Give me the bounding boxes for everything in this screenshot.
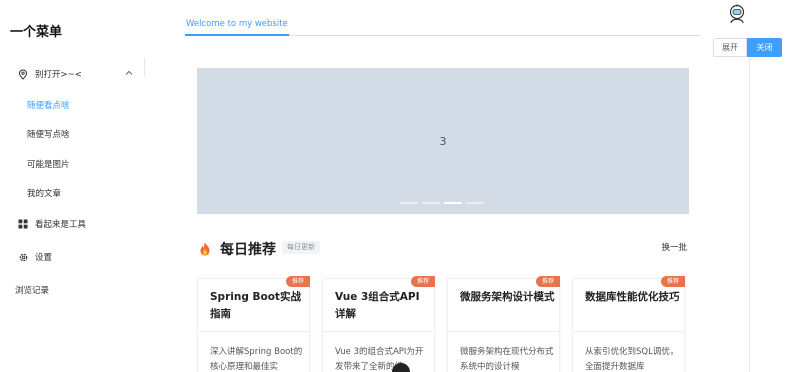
card-title: Spring Boot实战指南: [210, 291, 301, 320]
sidebar-item-label: 设置: [35, 253, 53, 263]
card-description: 微服务架构在现代分布式系统中的设计模: [460, 347, 554, 372]
sidebar-item-label: 别打开>~<: [35, 70, 82, 80]
recommend-title: 每日推荐: [220, 242, 276, 258]
sidebar-item-write[interactable]: 随便写点啥: [0, 122, 145, 146]
sidebar-item-tools[interactable]: 看起来是工具: [0, 212, 145, 236]
divider: [749, 58, 750, 372]
sidebar-item-settings[interactable]: 设置: [0, 245, 145, 269]
card-tag: 推荐: [660, 276, 685, 287]
location-pin-icon: [17, 68, 29, 80]
card-divider: [448, 331, 559, 332]
recommend-card[interactable]: 推荐 微服务架构设计模式 微服务架构在现代分布式系统中的设计模: [447, 276, 560, 372]
sidebar-menu: 一个菜单 别打开>~< 随便看点啥 随便写点啥 可能是图片 我的文章 看起来是工…: [0, 0, 145, 372]
grid-icon: [17, 218, 29, 230]
card-tag: 推荐: [410, 276, 435, 287]
sidebar-item-label: 随便看点啥: [27, 101, 70, 111]
recommend-card[interactable]: 推荐 数据库性能优化技巧 从索引优化到SQL调优，全面提升数据库: [572, 276, 685, 372]
sidebar-item-label: 看起来是工具: [35, 220, 87, 230]
recommend-card[interactable]: 推荐 Vue 3组合式API详解 Vue 3的组合式API为开发带来了全新的编: [322, 276, 435, 372]
sidebar-item-pictures[interactable]: 可能是图片: [0, 152, 145, 176]
card-title: 微服务架构设计模式: [460, 291, 555, 303]
page: 一个菜单 别打开>~< 随便看点啥 随便写点啥 可能是图片 我的文章 看起来是工…: [0, 0, 800, 372]
tab-bar: Welcome to my website: [185, 14, 701, 36]
carousel-dot[interactable]: [466, 202, 484, 204]
card-description: 深入讲解Spring Boot的核心原理和最佳实: [210, 347, 303, 372]
close-button[interactable]: 关闭: [747, 38, 782, 57]
card-divider: [323, 331, 434, 332]
tab-welcome[interactable]: Welcome to my website: [185, 18, 289, 36]
sidebar-item-label: 浏览记录: [15, 286, 50, 296]
sidebar-item-label: 可能是图片: [27, 160, 70, 170]
carousel[interactable]: 3: [197, 68, 689, 214]
sidebar-item-browse[interactable]: 随便看点啥: [0, 93, 145, 117]
chevron-up-icon: [124, 68, 134, 78]
card-tag: 推荐: [535, 276, 560, 287]
sidebar-item-label: 随便写点啥: [27, 130, 70, 140]
card-title: 数据库性能优化技巧: [585, 291, 680, 303]
recommend-card[interactable]: 推荐 Spring Boot实战指南 深入讲解Spring Boot的核心原理和…: [197, 276, 310, 372]
astronaut-avatar-icon[interactable]: [726, 3, 748, 25]
sidebar-item-articles[interactable]: 我的文章: [0, 181, 145, 205]
card-divider: [198, 331, 309, 332]
recommend-badge: 每日更新: [282, 241, 320, 254]
carousel-indicators: [400, 202, 484, 204]
card-description: Vue 3的组合式API为开发带来了全新的编: [335, 347, 424, 372]
expand-button[interactable]: 展开: [713, 38, 747, 57]
refresh-batch-button[interactable]: 换一批: [661, 241, 687, 253]
sidebar-item-history[interactable]: 浏览记录: [0, 278, 145, 302]
card-description: 从索引优化到SQL调优，全面提升数据库: [585, 347, 679, 372]
recommend-header: 每日推荐 每日更新 换一批: [197, 236, 689, 260]
carousel-dot[interactable]: [400, 202, 418, 204]
fire-icon: [199, 241, 211, 256]
carousel-dot[interactable]: [422, 202, 440, 204]
card-title: Vue 3组合式API详解: [335, 291, 420, 320]
card-tag: 推荐: [285, 276, 310, 287]
sidebar-title: 一个菜单: [10, 25, 63, 40]
sidebar-item-label: 我的文章: [27, 189, 62, 199]
gear-icon: [17, 251, 29, 263]
carousel-dot-active[interactable]: [444, 202, 462, 204]
expand-close-toggle: 展开 关闭: [713, 38, 782, 57]
submenu-bie-dakai[interactable]: 别打开>~<: [0, 62, 145, 86]
carousel-slide-number: 3: [439, 134, 447, 148]
card-divider: [573, 331, 684, 332]
